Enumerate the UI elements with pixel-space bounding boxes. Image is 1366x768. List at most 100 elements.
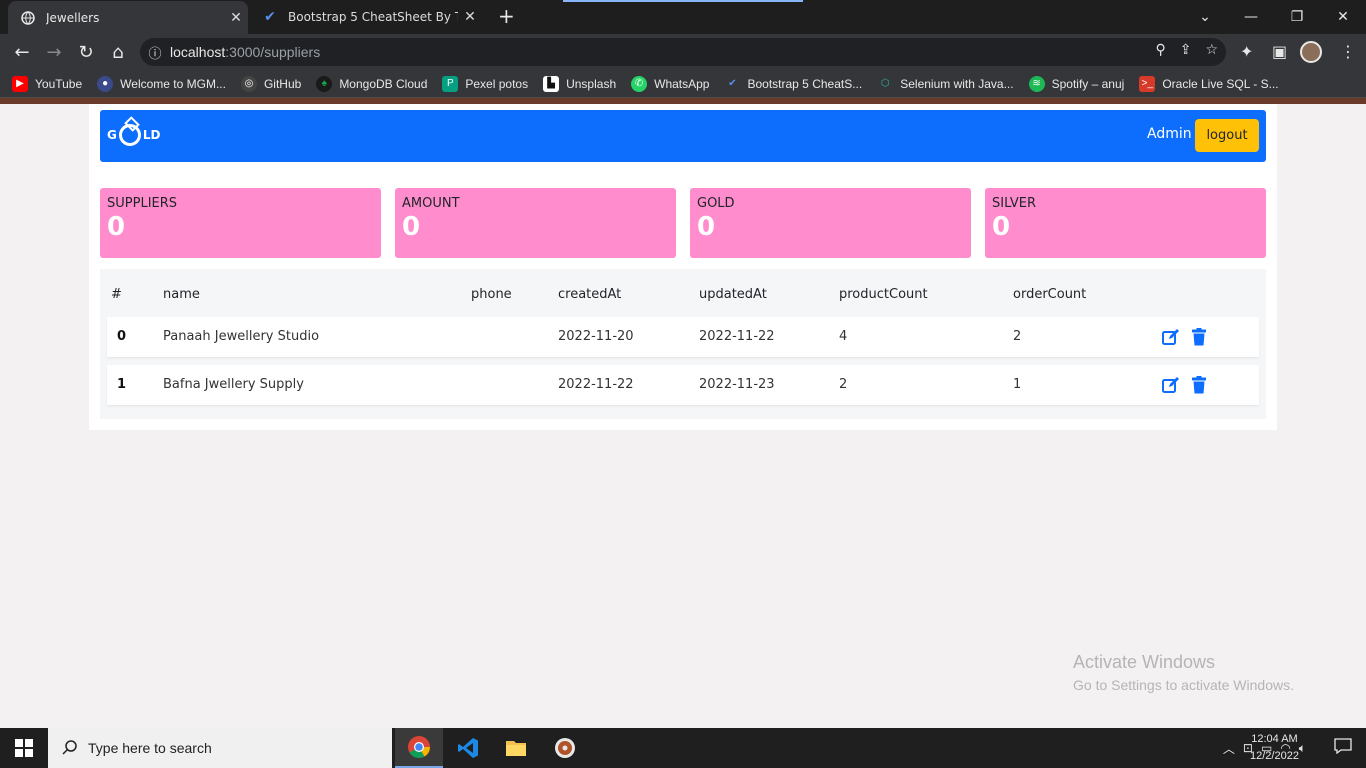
site-info-icon[interactable]: ⓘ xyxy=(140,43,170,62)
supplier-name: Bafna Jwellery Supply xyxy=(163,377,304,392)
show-hidden-icons-chevron-icon[interactable]: ︿ xyxy=(1223,740,1235,757)
stat-label: SUPPLIERS xyxy=(107,196,178,211)
zoom-icon[interactable]: ⚲ xyxy=(1155,42,1165,58)
chrome-icon[interactable] xyxy=(395,728,443,768)
stat-value: 0 xyxy=(402,212,421,242)
stat-value: 0 xyxy=(107,212,126,242)
bootstrap-check-icon: ✔ xyxy=(264,9,276,25)
browser-toolbar: ← → ↻ ⌂ ⓘ localhost:3000/suppliers ⚲ ⇪ ☆… xyxy=(0,34,1366,70)
globe-icon xyxy=(20,10,36,26)
bookmark-github[interactable]: ◎ GitHub xyxy=(240,75,301,92)
stat-label: GOLD xyxy=(697,196,735,211)
stat-card-amount: AMOUNT 0 xyxy=(395,188,676,258)
minimize-icon[interactable]: — xyxy=(1228,0,1274,34)
close-tab-icon[interactable]: ✕ xyxy=(458,9,482,25)
edit-icon[interactable] xyxy=(1161,327,1181,347)
delete-trash-icon[interactable] xyxy=(1189,327,1209,347)
column-header: phone xyxy=(471,287,512,302)
search-icon xyxy=(62,739,78,758)
product-count: 2 xyxy=(839,377,848,392)
bookmark-pexels[interactable]: P Pexel potos xyxy=(442,75,528,92)
file-explorer-icon[interactable] xyxy=(492,728,540,768)
bookmark-whatsapp[interactable]: ✆ WhatsApp xyxy=(631,75,709,92)
media-player-icon[interactable] xyxy=(541,728,589,768)
home-icon[interactable]: ⌂ xyxy=(106,40,130,64)
menu-kebab-icon[interactable]: ⋮ xyxy=(1340,42,1356,61)
clock-time: 12:04 AM xyxy=(1251,733,1298,745)
address-bar[interactable]: ⓘ localhost:3000/suppliers ⚲ ⇪ ☆ xyxy=(140,38,1226,66)
browser-tab-strip: Jewellers ✕ ✔ Bootstrap 5 CheatSheet By … xyxy=(0,0,1366,35)
mongodb-leaf-icon: ♠ xyxy=(316,75,333,92)
tab-jewellers[interactable]: Jewellers ✕ xyxy=(8,1,248,35)
app-navbar: G LD Admin logout xyxy=(100,110,1266,162)
updated-at: 2022-11-22 xyxy=(699,329,775,344)
side-panel-icon[interactable]: ▣ xyxy=(1272,42,1287,61)
selenium-icon: ⬡ xyxy=(880,78,890,89)
column-header: createdAt xyxy=(558,287,622,302)
reload-icon[interactable]: ↻ xyxy=(74,40,98,64)
logout-button[interactable]: logout xyxy=(1195,119,1259,152)
ring-icon xyxy=(118,124,141,146)
back-icon[interactable]: ← xyxy=(10,40,34,64)
order-count: 1 xyxy=(1013,377,1022,392)
stat-label: SILVER xyxy=(992,196,1037,211)
clock-date: 12/2/2022 xyxy=(1250,750,1299,762)
admin-label: Admin xyxy=(1147,126,1192,142)
tab-search-chevron-icon[interactable]: ⌄ xyxy=(1182,0,1228,34)
row-index: 0 xyxy=(117,329,127,344)
pexels-icon: P xyxy=(442,75,459,92)
column-header: # xyxy=(111,287,122,302)
bookmarks-bar: ▶ YouTube ● Welcome to MGM... ◎ GitHub ♠ Mon… xyxy=(0,70,1366,98)
watermark-subtitle: Go to Settings to activate Windows. xyxy=(1073,677,1294,693)
notification-center-icon[interactable] xyxy=(1334,738,1352,758)
loading-indicator xyxy=(563,0,803,2)
column-header: orderCount xyxy=(1013,287,1087,302)
spotify-icon: ≋ xyxy=(1028,75,1045,92)
logo-letter: G xyxy=(107,128,117,142)
volume-icon[interactable]: 🔈︎ xyxy=(1299,741,1306,756)
bookmark-selenium[interactable]: ⬡ Selenium with Java... xyxy=(877,76,1014,92)
bookmark-mongodb[interactable]: ♠ MongoDB Cloud xyxy=(316,75,427,92)
close-window-icon[interactable]: ✕ xyxy=(1320,0,1366,34)
bookmark-oracle[interactable]: >_ Oracle Live SQL - S... xyxy=(1139,75,1279,92)
taskbar-search-input[interactable]: Type here to search xyxy=(48,728,392,768)
vscode-icon[interactable] xyxy=(444,728,492,768)
search-placeholder: Type here to search xyxy=(88,740,212,756)
bookmark-spotify[interactable]: ≋ Spotify – anuj xyxy=(1028,75,1124,92)
bootstrap-check-icon: ✔ xyxy=(728,78,737,89)
windows-start-icon[interactable] xyxy=(0,728,48,768)
activate-windows-watermark: Activate Windows Go to Settings to activ… xyxy=(1073,652,1294,693)
table-row: 0 Panaah Jewellery Studio 2022-11-20 202… xyxy=(107,317,1259,357)
forward-icon[interactable]: → xyxy=(42,40,66,64)
edit-icon[interactable] xyxy=(1161,375,1181,395)
new-tab-icon[interactable]: + xyxy=(498,6,515,26)
share-icon[interactable]: ⇪ xyxy=(1180,42,1192,58)
taskbar-clock[interactable]: 12:04 AM 12/2/2022 xyxy=(1250,731,1299,765)
extensions-puzzle-icon[interactable]: ✦ xyxy=(1240,42,1253,61)
order-count: 2 xyxy=(1013,329,1022,344)
oracle-terminal-icon: >_ xyxy=(1139,75,1156,92)
row-index: 1 xyxy=(117,377,127,392)
column-header: updatedAt xyxy=(699,287,767,302)
bookmark-star-icon[interactable]: ☆ xyxy=(1205,42,1218,58)
table-row: 1 Bafna Jwellery Supply 2022-11-22 2022-… xyxy=(107,365,1259,405)
updated-at: 2022-11-23 xyxy=(699,377,775,392)
bookmark-bootstrap[interactable]: ✔ Bootstrap 5 CheatS... xyxy=(724,76,862,92)
bookmark-mgm[interactable]: ● Welcome to MGM... xyxy=(97,75,226,92)
tab-title: Jewellers xyxy=(46,11,100,25)
tab-bootstrap-cheatsheet[interactable]: ✔ Bootstrap 5 CheatSheet By Them ✕ xyxy=(250,0,482,34)
close-tab-icon[interactable]: ✕ xyxy=(224,10,248,26)
watermark-title: Activate Windows xyxy=(1073,652,1216,672)
restore-icon[interactable]: ❐ xyxy=(1274,0,1320,34)
supplier-name: Panaah Jewellery Studio xyxy=(163,329,320,344)
windows-taskbar: Type here to search ︿ ⊡ ▭ ◠ 🔈︎ 12:04 AM … xyxy=(0,728,1366,768)
unsplash-icon: ▙ xyxy=(543,75,560,92)
bookmark-unsplash[interactable]: ▙ Unsplash xyxy=(543,75,616,92)
profile-avatar[interactable] xyxy=(1300,41,1322,63)
gold-logo[interactable]: G LD xyxy=(107,124,160,146)
bookmark-youtube[interactable]: ▶ YouTube xyxy=(12,75,82,92)
created-at: 2022-11-20 xyxy=(558,329,634,344)
github-icon: ◎ xyxy=(240,75,257,92)
delete-trash-icon[interactable] xyxy=(1189,375,1209,395)
mgm-icon: ● xyxy=(97,75,114,92)
